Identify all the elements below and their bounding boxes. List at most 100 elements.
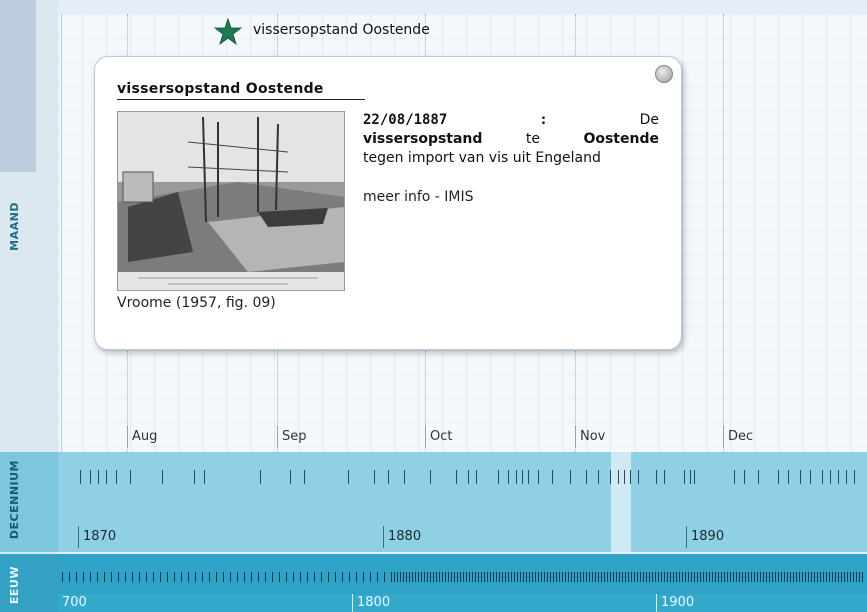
event-tick <box>570 470 571 484</box>
decade-band-highlight <box>611 452 631 552</box>
event-tick <box>304 470 305 484</box>
event-tick <box>523 572 524 582</box>
event-tick <box>604 572 605 582</box>
decade-label-1870: 1870 <box>78 526 116 548</box>
event-tick <box>724 572 725 582</box>
event-tick <box>652 572 653 582</box>
event-tick <box>709 572 710 582</box>
event-tick <box>751 572 752 582</box>
event-tick <box>436 572 437 582</box>
event-tick <box>216 572 217 582</box>
event-tick <box>522 470 523 484</box>
event-tick <box>445 572 446 582</box>
event-tick <box>258 572 259 582</box>
event-tick <box>90 470 91 484</box>
event-tick <box>514 572 515 582</box>
event-tick <box>69 572 70 582</box>
event-tick <box>832 572 833 582</box>
event-tick <box>421 572 422 582</box>
event-tick <box>673 572 674 582</box>
event-tick <box>478 572 479 582</box>
event-label[interactable]: vissersopstand Oostende <box>253 22 430 38</box>
event-tick <box>505 572 506 582</box>
event-tick <box>484 572 485 582</box>
event-tick <box>793 572 794 582</box>
event-tick <box>511 572 512 582</box>
event-tick <box>342 572 343 582</box>
month-band-left-rule <box>61 14 62 452</box>
event-star-icon[interactable] <box>214 18 242 46</box>
event-tick <box>454 572 455 582</box>
event-tick <box>490 572 491 582</box>
event-tick <box>90 572 91 582</box>
event-tick <box>649 572 650 582</box>
event-tick <box>430 470 431 484</box>
month-label-oct: Oct <box>425 426 452 448</box>
event-tick <box>694 470 695 484</box>
event-tick <box>598 572 599 582</box>
event-tick <box>456 470 457 484</box>
event-tick <box>442 572 443 582</box>
event-tick <box>469 572 470 582</box>
event-tick <box>237 572 238 582</box>
event-tick <box>610 572 611 582</box>
event-popup: vissersopstand Oostende Vroome (1957, fi… <box>94 56 682 350</box>
event-tick <box>520 572 521 582</box>
event-tick <box>688 572 689 582</box>
event-tick <box>574 572 575 582</box>
decade-label-1890: 1890 <box>686 526 724 548</box>
event-tick <box>541 572 542 582</box>
event-tick <box>146 572 147 582</box>
event-tick <box>808 572 809 582</box>
event-tick <box>384 572 385 582</box>
event-tick <box>412 572 413 582</box>
event-tick <box>194 470 195 484</box>
event-tick <box>466 572 467 582</box>
event-tick <box>676 572 677 582</box>
event-tick <box>664 572 665 582</box>
event-tick <box>829 572 830 582</box>
close-icon[interactable] <box>655 65 673 83</box>
event-tick <box>656 470 657 484</box>
desc-de: De <box>639 112 659 128</box>
event-tick <box>745 572 746 582</box>
event-tick <box>624 470 625 484</box>
event-tick <box>83 572 84 582</box>
event-tick <box>598 470 599 484</box>
more-info-link[interactable]: meer info - IMIS <box>363 189 474 205</box>
event-tick <box>80 470 81 484</box>
event-tick <box>204 470 205 484</box>
event-tick <box>805 572 806 582</box>
event-tick <box>748 572 749 582</box>
event-tick <box>859 572 860 582</box>
event-tick <box>763 572 764 582</box>
event-tick <box>550 572 551 582</box>
event-tick <box>230 572 231 582</box>
event-tick <box>348 470 349 484</box>
event-tick <box>167 572 168 582</box>
event-tick <box>260 470 261 484</box>
event-tick <box>580 572 581 582</box>
event-tick <box>475 572 476 582</box>
event-tick <box>516 470 517 484</box>
event-tick <box>754 572 755 582</box>
event-tick <box>404 470 405 484</box>
event-tick <box>586 470 587 484</box>
event-tick <box>655 572 656 582</box>
event-tick <box>406 572 407 582</box>
event-tick <box>697 572 698 582</box>
event-tick <box>790 572 791 582</box>
event-tick <box>538 470 539 484</box>
event-tick <box>811 572 812 582</box>
event-tick <box>356 572 357 582</box>
event-tick <box>279 572 280 582</box>
event-tick <box>766 572 767 582</box>
event-tick <box>487 572 488 582</box>
event-tick <box>853 572 854 582</box>
event-tick <box>116 470 117 484</box>
event-tick <box>403 572 404 582</box>
decade-band[interactable] <box>58 452 867 552</box>
event-tick <box>104 572 105 582</box>
event-tick <box>802 572 803 582</box>
event-tick <box>565 572 566 582</box>
